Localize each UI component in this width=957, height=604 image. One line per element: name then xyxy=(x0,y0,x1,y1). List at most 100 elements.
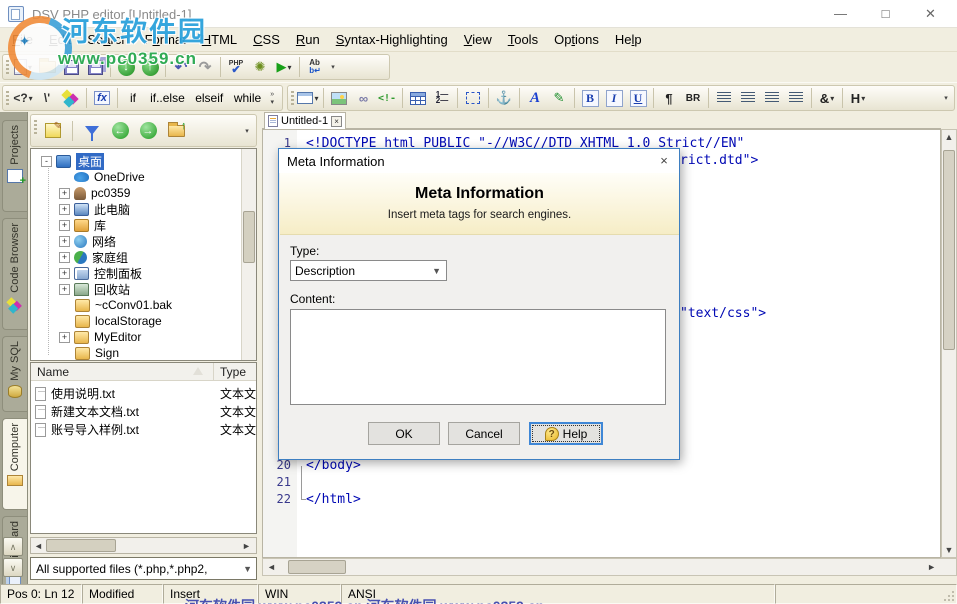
tree-item-this-pc[interactable]: + 此电脑 xyxy=(59,201,130,217)
file-row[interactable]: 使用说明.txt 文本文 xyxy=(31,385,256,402)
tree-item-pc0359[interactable]: + pc0359 xyxy=(59,185,130,201)
snippet-if-else-button[interactable]: if..else xyxy=(146,87,189,109)
tree-item-sign[interactable]: Sign xyxy=(75,345,119,361)
menu-css[interactable]: CSS xyxy=(245,29,288,50)
scrollbar-thumb[interactable] xyxy=(943,150,955,350)
sidebar-tab-my-sql[interactable]: My SQL xyxy=(2,336,27,412)
toolbar-grip[interactable] xyxy=(291,91,294,107)
snippet-while-button[interactable]: while xyxy=(230,87,266,109)
align-justify-button[interactable] xyxy=(785,87,807,109)
file-row[interactable]: 账号导入样例.txt 文本文 xyxy=(31,421,256,438)
minimize-button[interactable]: — xyxy=(818,0,863,28)
font-button[interactable]: A xyxy=(524,87,546,109)
back-button[interactable]: ← xyxy=(109,120,131,142)
collapse-icon[interactable]: - xyxy=(41,156,52,167)
menu-options[interactable]: Options xyxy=(546,29,607,50)
scrollbar-thumb[interactable] xyxy=(243,211,255,263)
toolbar-grip[interactable] xyxy=(34,120,37,136)
insert-link-button[interactable]: ∞ xyxy=(352,87,374,109)
code-browser-button[interactable] xyxy=(60,87,82,109)
forward-button[interactable]: → xyxy=(137,120,159,142)
scroll-left-icon[interactable]: ◄ xyxy=(267,562,276,572)
upload-button[interactable]: ↑ xyxy=(139,56,161,78)
insert-frame-button[interactable] xyxy=(462,87,484,109)
expand-icon[interactable]: + xyxy=(59,236,70,247)
debug-button[interactable]: ✺ xyxy=(249,56,271,78)
menu-file[interactable]: File xyxy=(4,29,41,50)
menu-help[interactable]: Help xyxy=(607,29,650,50)
scroll-up-icon[interactable]: ▲ xyxy=(942,132,956,142)
line-break-button[interactable]: BR xyxy=(682,87,704,109)
menu-search[interactable]: Search xyxy=(79,29,136,50)
heading-button[interactable]: H▾ xyxy=(847,87,869,109)
menu-format[interactable]: Format xyxy=(137,29,194,50)
special-chars-button[interactable]: &▾ xyxy=(816,87,838,109)
align-left-button[interactable] xyxy=(713,87,735,109)
menu-tools[interactable]: Tools xyxy=(500,29,546,50)
column-header-type[interactable]: Type xyxy=(214,363,246,380)
expand-icon[interactable]: + xyxy=(59,220,70,231)
scroll-right-icon[interactable]: ► xyxy=(927,562,936,572)
tree-item-network[interactable]: + 网络 xyxy=(59,233,116,249)
php-open-tag-button[interactable]: <?▾ xyxy=(12,87,34,109)
expand-icon[interactable]: + xyxy=(59,204,70,215)
column-header-name[interactable]: Name xyxy=(31,363,214,380)
scroll-right-icon[interactable]: ► xyxy=(239,541,254,551)
chevron-down-icon[interactable]: ▾ xyxy=(28,63,32,72)
snippet-if-button[interactable]: if xyxy=(122,87,144,109)
scrollbar-thumb[interactable] xyxy=(288,560,346,574)
scroll-left-icon[interactable]: ◄ xyxy=(31,541,46,551)
insert-table-button[interactable] xyxy=(407,87,429,109)
tree-item-cconv01-bak[interactable]: ~cConv01.bak xyxy=(75,297,172,313)
scroll-down-icon[interactable]: ▼ xyxy=(942,545,956,555)
open-file-button[interactable] xyxy=(36,56,58,78)
align-center-button[interactable] xyxy=(737,87,759,109)
italic-button[interactable]: I xyxy=(603,87,625,109)
toolbar-overflow-button[interactable]: ▾ xyxy=(241,120,253,142)
dialog-title-bar[interactable]: Meta Information xyxy=(279,149,679,173)
editor-hscrollbar[interactable]: ◄ ► xyxy=(262,558,957,576)
scrollbar-thumb[interactable] xyxy=(46,539,116,552)
filter-button[interactable] xyxy=(81,120,103,142)
align-right-button[interactable] xyxy=(761,87,783,109)
insert-script-button[interactable]: <!- xyxy=(376,87,398,109)
tree-item-libraries[interactable]: + 库 xyxy=(59,217,106,233)
tree-item-desktop[interactable]: - 桌面 xyxy=(41,153,104,169)
tree-item-recycle-bin[interactable]: + 回收站 xyxy=(59,281,130,297)
menu-edit[interactable]: Edit xyxy=(41,29,79,50)
save-button[interactable] xyxy=(60,56,82,78)
tab-close-button[interactable]: × xyxy=(331,116,342,127)
toolbar-grip[interactable] xyxy=(6,60,9,76)
sidebar-scroll-up-button[interactable]: ∧ xyxy=(3,537,23,556)
expand-icon[interactable]: + xyxy=(59,332,70,343)
paragraph-button[interactable]: ¶ xyxy=(658,87,680,109)
insert-anchor-button[interactable]: ⚓ xyxy=(493,87,515,109)
expand-icon[interactable]: + xyxy=(59,252,70,263)
expand-icon[interactable]: + xyxy=(59,284,70,295)
tree-scrollbar[interactable] xyxy=(241,149,256,360)
insert-list-button[interactable]: 1—2— xyxy=(431,87,453,109)
tree-item-homegroup[interactable]: + 家庭组 xyxy=(59,249,128,265)
help-button[interactable]: ? Help xyxy=(529,422,603,445)
sidebar-tab-projects[interactable]: Projects xyxy=(2,120,27,212)
color-picker-button[interactable]: ✎ xyxy=(548,87,570,109)
ok-button[interactable]: OK xyxy=(368,422,440,445)
insert-image-button[interactable] xyxy=(328,87,350,109)
chevron-down-icon[interactable]: ▾ xyxy=(287,63,291,72)
toolbar-overflow-button[interactable]: ▾ xyxy=(940,87,952,109)
escape-string-button[interactable]: \' xyxy=(36,87,58,109)
resize-grip[interactable] xyxy=(943,590,955,602)
expand-icon[interactable]: + xyxy=(59,188,70,199)
menu-view[interactable]: View xyxy=(456,29,500,50)
tree-item-localstorage[interactable]: localStorage xyxy=(75,313,162,329)
cancel-button[interactable]: Cancel xyxy=(448,422,520,445)
close-button[interactable]: ✕ xyxy=(908,0,953,28)
file-filter-select[interactable]: All supported files (*.php,*.php2, ▼ xyxy=(30,557,257,580)
chevron-down-icon[interactable]: ▾ xyxy=(830,94,834,103)
menu-html[interactable]: HTML xyxy=(194,29,245,50)
menu-run[interactable]: Run xyxy=(288,29,328,50)
php-syntax-check-button[interactable]: PHP✔ xyxy=(225,56,247,78)
tree-item-onedrive[interactable]: OneDrive xyxy=(59,169,145,185)
sidebar-tab-code-browser[interactable]: Code Browser xyxy=(2,218,27,330)
snippet-elseif-button[interactable]: elseif xyxy=(191,87,228,109)
